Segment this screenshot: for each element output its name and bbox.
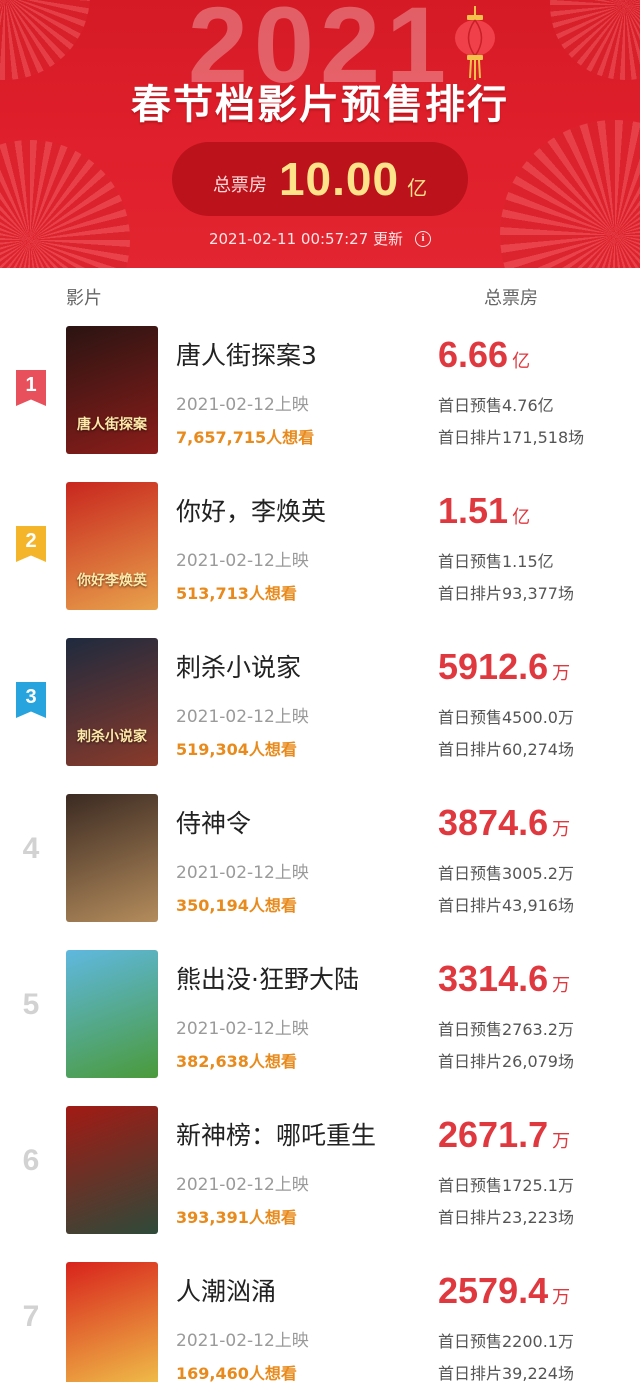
want-to-see-count: 7,657,715人想看 xyxy=(176,428,315,447)
movie-total-box-office: 2671.7 万 xyxy=(438,1114,570,1156)
column-header-film: 影片 xyxy=(66,288,102,309)
first-day-presale: 首日预售3005.2万 xyxy=(438,864,574,883)
release-date: 2021-02-12上映 xyxy=(176,1019,309,1039)
total-box-office-label: 总票房 xyxy=(212,175,267,196)
total-unit: 万 xyxy=(552,663,571,684)
total-value: 1.51 xyxy=(438,490,509,531)
rank-number: 7 xyxy=(22,1300,40,1333)
first-day-presale: 首日预售2763.2万 xyxy=(438,1020,574,1039)
update-time: 2021-02-11 00:57:27 更新 xyxy=(208,230,404,248)
movie-row[interactable]: 1 唐人街探案 唐人街探案3 2021-02-12上映 7,657,715人想看 首日预售… xyxy=(0,320,640,476)
want-to-see-count: 382,638人想看 xyxy=(176,1052,297,1071)
movie-total-box-office: 3314.6 万 xyxy=(438,958,570,1000)
header-banner: 2021 春节档影片预售排行 总票房 10.00 亿 2021-02-11 00… xyxy=(0,0,640,268)
first-day-presale: 首日预售4500.0万 xyxy=(438,708,574,727)
first-day-showings: 首日排片171,518场 xyxy=(438,428,585,447)
movie-row[interactable]: 6 新神榜：哪吒重生 2021-02-12上映 393,391人想看 首日预售1725.… xyxy=(0,1100,640,1256)
page: 2021 春节档影片预售排行 总票房 10.00 亿 2021-02-11 00… xyxy=(0,0,640,1382)
movie-list: 1 唐人街探案 唐人街探案3 2021-02-12上映 7,657,715人想看 首日预售… xyxy=(0,320,640,1382)
movie-row[interactable]: 7 人潮汹涌 2021-02-12上映 169,460人想看 首日预售2200.1万 首日… xyxy=(0,1256,640,1382)
movie-row[interactable]: 4 侍神令 2021-02-12上映 350,194人想看 首日预售3005.2万 首日排… xyxy=(0,788,640,944)
page-title: 春节档影片预售排行 xyxy=(131,82,509,128)
total-value: 2579.4 xyxy=(438,1270,549,1311)
first-day-showings: 首日排片93,377场 xyxy=(438,584,574,603)
total-value: 2671.7 xyxy=(438,1114,549,1155)
total-box-office-pill: 总票房 10.00 亿 xyxy=(172,142,468,216)
total-box-office-value: 10.00 xyxy=(278,153,400,205)
total-unit: 万 xyxy=(552,975,571,996)
movie-title: 侍神令 xyxy=(176,809,252,838)
movie-poster[interactable]: 刺杀小说家 xyxy=(66,638,158,766)
movie-row[interactable]: 3 刺杀小说家 刺杀小说家 2021-02-12上映 519,304人想看 首日预售450… xyxy=(0,632,640,788)
movie-total-box-office: 1.51 亿 xyxy=(438,490,530,532)
movie-poster[interactable] xyxy=(66,1262,158,1382)
total-value: 3874.6 xyxy=(438,802,549,843)
rank-number: 4 xyxy=(22,832,40,865)
movie-title: 熊出没·狂野大陆 xyxy=(176,965,359,994)
first-day-showings: 首日排片60,274场 xyxy=(438,740,574,759)
movie-title: 唐人街探案3 xyxy=(176,341,317,370)
movie-poster[interactable]: 你好李焕英 xyxy=(66,482,158,610)
release-date: 2021-02-12上映 xyxy=(176,707,309,727)
want-to-see-count: 519,304人想看 xyxy=(176,740,297,759)
info-icon[interactable]: i xyxy=(415,230,432,247)
rank-badge: 1 xyxy=(16,370,46,406)
rank-number: 5 xyxy=(22,988,40,1021)
release-date: 2021-02-12上映 xyxy=(176,1175,309,1195)
want-to-see-count: 169,460人想看 xyxy=(176,1364,297,1382)
movie-title: 人潮汹涌 xyxy=(176,1277,277,1306)
total-unit: 亿 xyxy=(512,351,531,372)
first-day-showings: 首日排片26,079场 xyxy=(438,1052,574,1071)
total-value: 3314.6 xyxy=(438,958,549,999)
movie-row[interactable]: 5 熊出没·狂野大陆 2021-02-12上映 382,638人想看 首日预售2763.… xyxy=(0,944,640,1100)
column-header-total: 总票房 xyxy=(484,288,538,309)
want-to-see-count: 513,713人想看 xyxy=(176,584,297,603)
want-to-see-count: 393,391人想看 xyxy=(176,1208,297,1227)
first-day-showings: 首日排片23,223场 xyxy=(438,1208,574,1227)
movie-row[interactable]: 2 你好李焕英 你好，李焕英 2021-02-12上映 513,713人想看 首日预售1.… xyxy=(0,476,640,632)
want-to-see-count: 350,194人想看 xyxy=(176,896,297,915)
first-day-showings: 首日排片43,916场 xyxy=(438,896,574,915)
release-date: 2021-02-12上映 xyxy=(176,551,309,571)
first-day-presale: 首日预售4.76亿 xyxy=(438,396,554,415)
movie-poster[interactable] xyxy=(66,794,158,922)
movie-title: 新神榜：哪吒重生 xyxy=(176,1121,377,1150)
release-date: 2021-02-12上映 xyxy=(176,863,309,883)
lantern-icon xyxy=(455,6,495,80)
total-unit: 万 xyxy=(552,819,571,840)
release-date: 2021-02-12上映 xyxy=(176,395,309,415)
total-value: 5912.6 xyxy=(438,646,549,687)
total-unit: 万 xyxy=(552,1287,571,1308)
rank-badge: 3 xyxy=(16,682,46,718)
poster-title-art: 你好李焕英 xyxy=(77,573,147,589)
movie-poster[interactable] xyxy=(66,950,158,1078)
poster-title-art: 唐人街探案 xyxy=(77,417,147,433)
first-day-presale: 首日预售1.15亿 xyxy=(438,552,554,571)
movie-total-box-office: 5912.6 万 xyxy=(438,646,570,688)
movie-poster[interactable] xyxy=(66,1106,158,1234)
first-day-presale: 首日预售2200.1万 xyxy=(438,1332,574,1351)
first-day-showings: 首日排片39,224场 xyxy=(438,1364,574,1382)
first-day-presale: 首日预售1725.1万 xyxy=(438,1176,574,1195)
movie-total-box-office: 3874.6 万 xyxy=(438,802,570,844)
update-time-row: 2021-02-11 00:57:27 更新 i xyxy=(0,228,640,249)
total-unit: 亿 xyxy=(512,507,531,528)
rank-number: 6 xyxy=(22,1144,40,1177)
movie-total-box-office: 2579.4 万 xyxy=(438,1270,570,1312)
poster-title-art: 刺杀小说家 xyxy=(77,729,147,745)
movie-title: 刺杀小说家 xyxy=(176,653,302,682)
total-unit: 万 xyxy=(552,1131,571,1152)
movie-title: 你好，李焕英 xyxy=(176,497,327,526)
rank-badge: 2 xyxy=(16,526,46,562)
release-date: 2021-02-12上映 xyxy=(176,1331,309,1351)
movie-total-box-office: 6.66 亿 xyxy=(438,334,530,376)
total-value: 6.66 xyxy=(438,334,509,375)
movie-poster[interactable]: 唐人街探案 xyxy=(66,326,158,454)
total-box-office-unit: 亿 xyxy=(407,175,428,200)
